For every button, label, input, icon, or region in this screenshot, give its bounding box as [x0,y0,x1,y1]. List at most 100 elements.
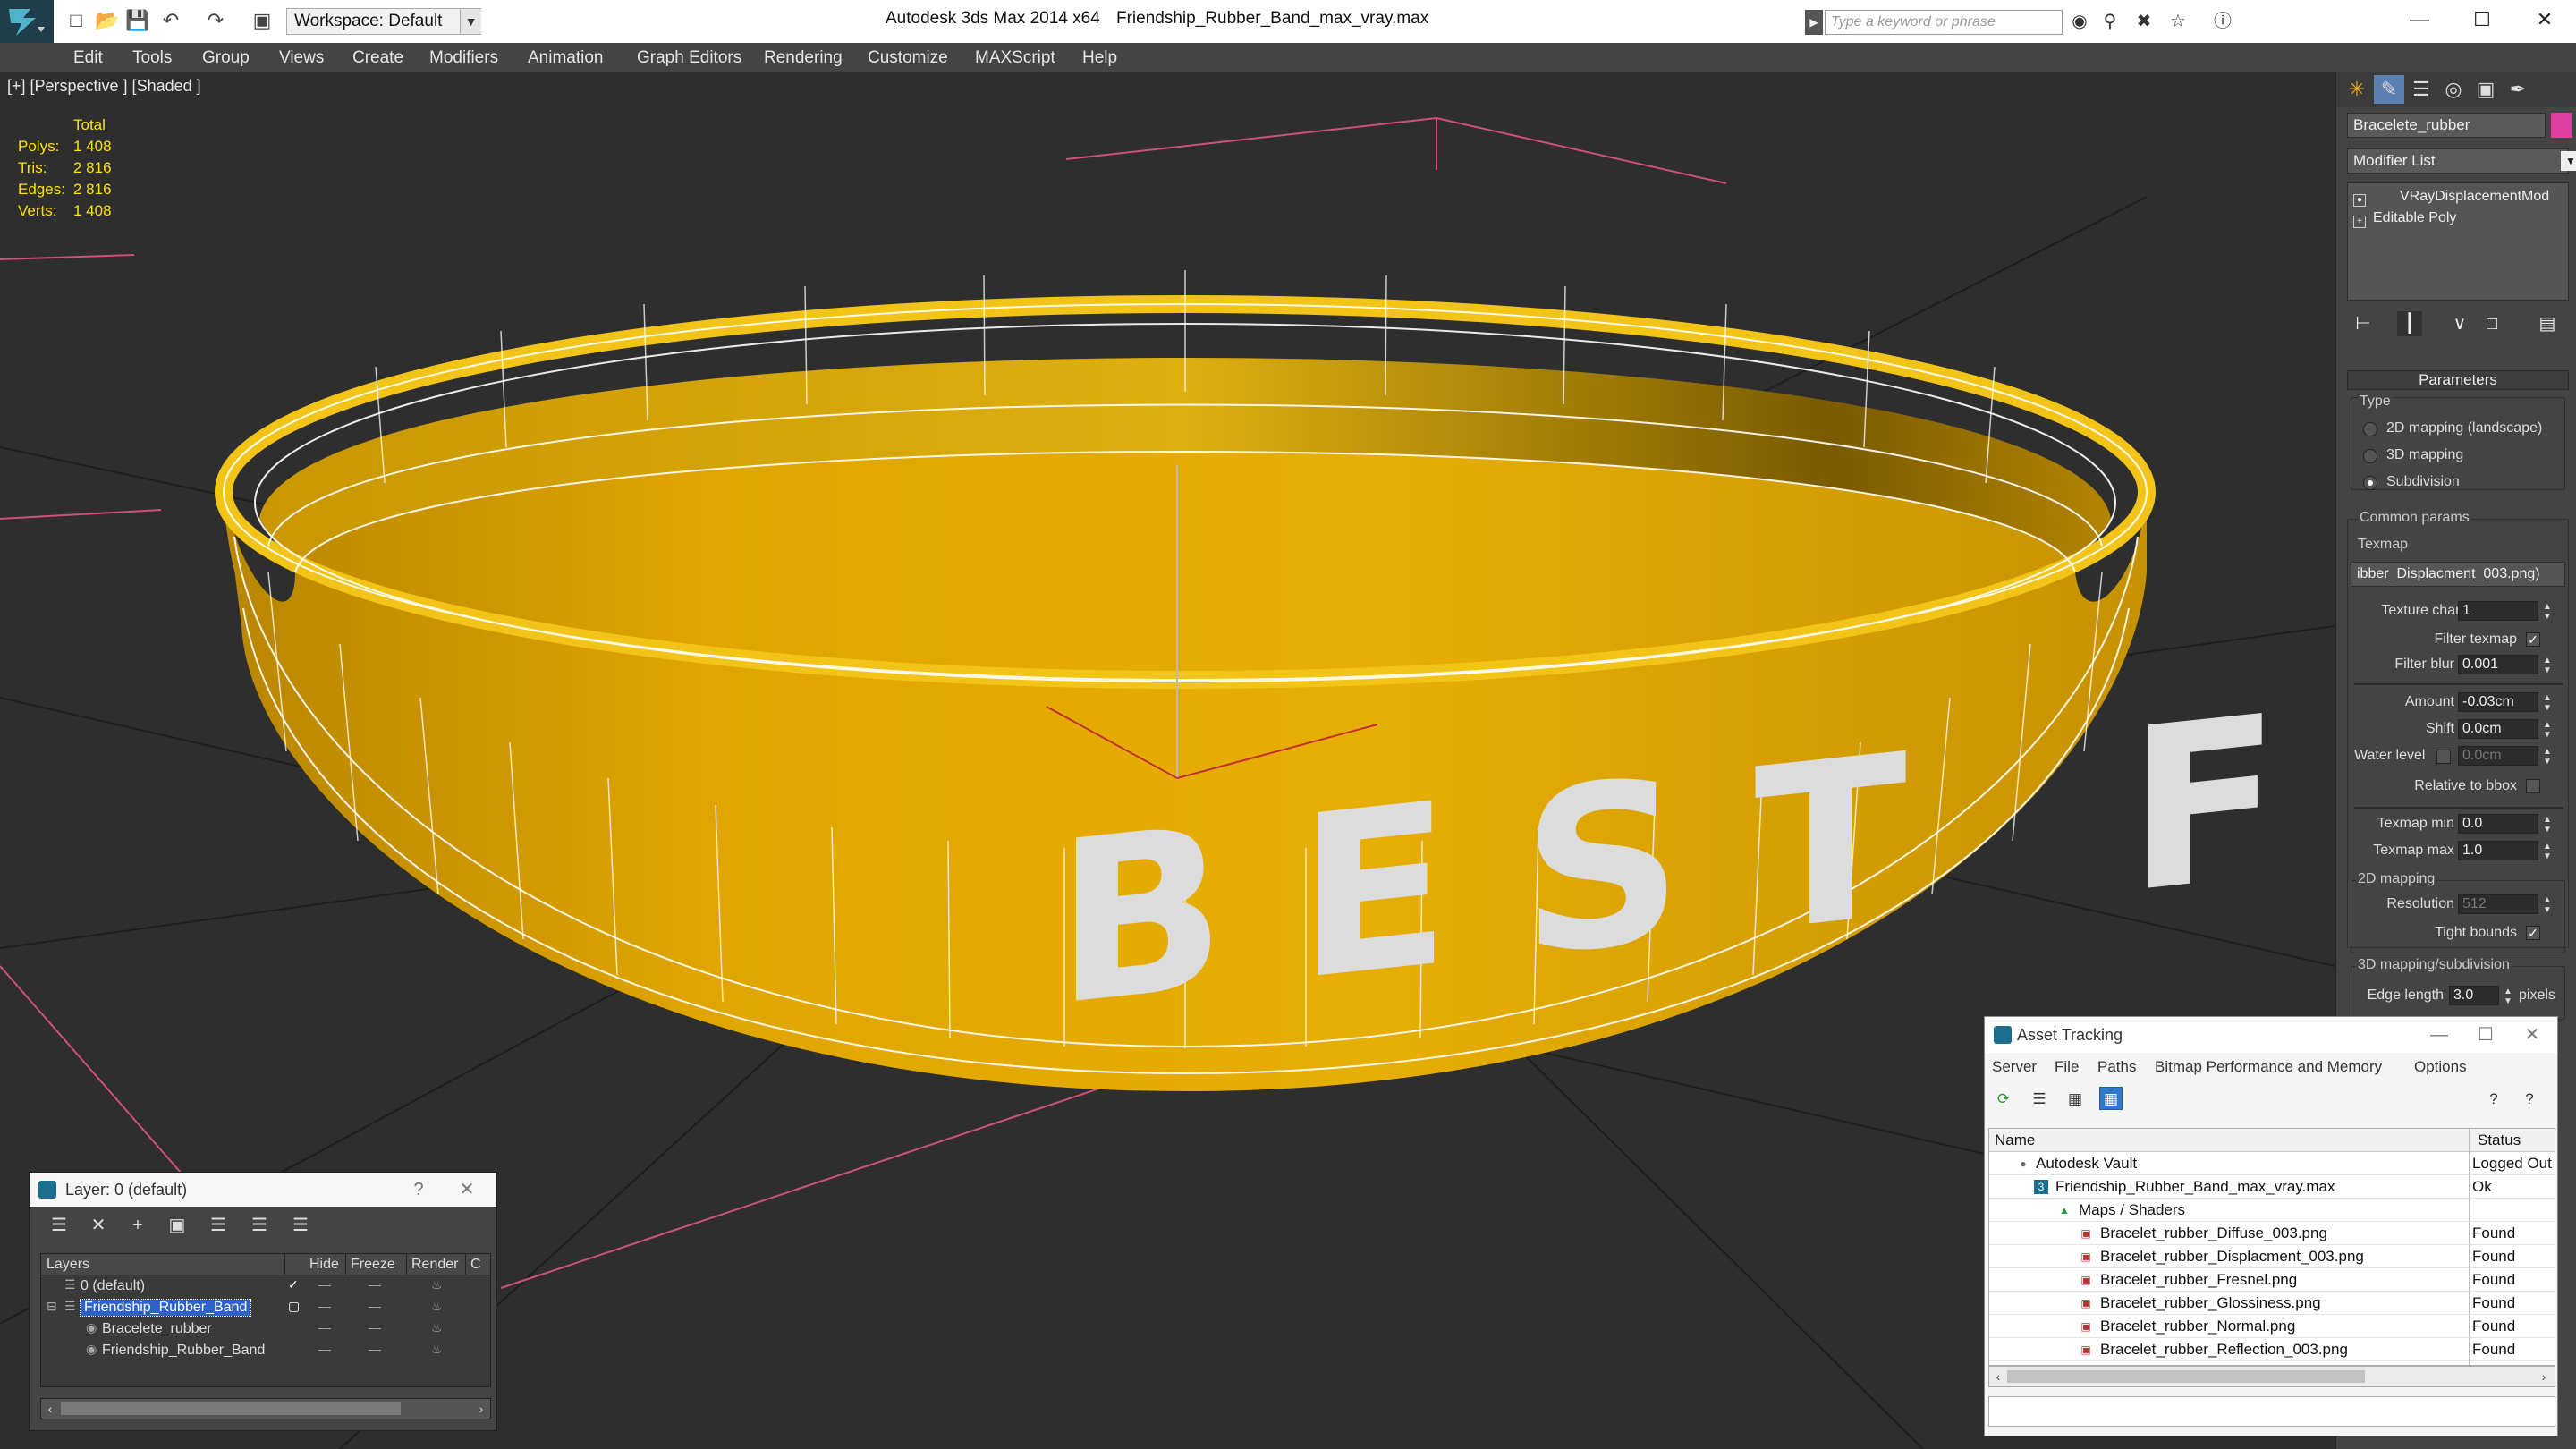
layer-row[interactable]: ◉ Friendship_Rubber_Band — — ♨ [41,1340,490,1361]
viewport-label[interactable]: [+] [Perspective ] [Shaded ] [7,77,201,96]
refresh-icon[interactable]: ⟳ [1992,1087,2015,1110]
radio-subdivision[interactable]: Subdivision [2363,474,2460,490]
menu-rendering[interactable]: Rendering [764,48,843,68]
undo-icon[interactable]: ↶ [159,9,182,32]
freeze-toggle[interactable]: — [369,1277,381,1292]
display-tab-icon[interactable]: ▣ [2470,75,2501,104]
texmap-max-spinner[interactable]: 1.0 ▲ ▼ [2458,841,2552,861]
help-icon[interactable]: ? [2518,1087,2541,1110]
binoculars-icon[interactable]: ◉ [2068,10,2091,33]
help-icon[interactable]: ? [403,1177,434,1202]
select-objects-icon[interactable]: ▣ [165,1214,189,1237]
menu-maxscript[interactable]: MAXScript [975,48,1055,68]
column-c[interactable]: C [470,1257,481,1273]
menu-create[interactable]: Create [352,48,403,68]
configure-sets-icon[interactable]: ▤ [2535,311,2560,336]
amount-spinner[interactable]: -0.03cm ▲ ▼ [2458,692,2552,713]
spinner-arrows-icon[interactable]: ▲ ▼ [2541,602,2554,622]
table-row[interactable]: ▲ Maps / Shaders [1989,1199,2555,1222]
relative-bbox-checkbox[interactable] [2526,779,2540,793]
table-row[interactable]: ▣ Bracelet_rubber_Glossiness.png Found [1989,1292,2555,1315]
render-teapot-icon[interactable]: ♨ [431,1277,443,1292]
show-end-result-icon[interactable]: ┃ [2397,311,2422,336]
menu-modifiers[interactable]: Modifiers [429,48,498,68]
freeze-toggle[interactable]: — [369,1299,381,1313]
layer-row[interactable]: ⊟ ☰ Friendship_Rubber_Band ▢ — — ♨ [41,1297,490,1318]
shift-spinner[interactable]: 0.0cm ▲ ▼ [2458,719,2552,740]
star-icon[interactable]: ☆ [2166,10,2190,33]
table-row[interactable]: ▣ Bracelet_rubber_Displacment_003.png Fo… [1989,1245,2555,1268]
add-to-layer-icon[interactable]: + [126,1214,149,1237]
spinner-arrows-icon[interactable]: ▲ ▼ [2541,815,2554,835]
collapse-icon[interactable]: ⊟ [47,1299,57,1314]
set-current-layer-icon[interactable]: ☰ [248,1214,271,1237]
close-icon[interactable]: ✕ [2513,0,2576,39]
hide-toggle[interactable]: — [318,1320,331,1335]
menu-edit[interactable]: Edit [73,48,103,68]
maximize-icon[interactable]: ☐ [2451,0,2513,39]
column-hide[interactable]: Hide [309,1257,339,1273]
set-current-box-icon[interactable]: ▢ [288,1299,300,1314]
list-view-icon[interactable]: ☰ [2028,1087,2051,1110]
scroll-left-icon[interactable]: ‹ [43,1401,57,1417]
table-row[interactable]: 3 Friendship_Rubber_Band_max_vray.max Ok [1989,1175,2555,1199]
new-file-icon[interactable]: □ [64,9,88,32]
scroll-right-icon[interactable]: › [474,1401,488,1417]
filter-texmap-checkbox[interactable]: ✓ [2526,632,2540,647]
new-layer-icon[interactable]: ☰ [47,1214,71,1237]
spinner-arrows-icon[interactable]: ▲ ▼ [2541,656,2554,675]
expand-plus-icon[interactable]: + [2353,216,2366,228]
resolution-spinner[interactable]: 512 ▲ ▼ [2458,894,2552,915]
create-tab-icon[interactable]: ✳ [2342,75,2372,104]
menu-tools[interactable]: Tools [132,48,172,68]
column-name[interactable]: Name [1995,1131,2035,1149]
stack-item-editable-poly[interactable]: + Editable Poly [2353,208,2456,228]
menu-views[interactable]: Views [279,48,324,68]
column-layers[interactable]: Layers [47,1257,89,1273]
thumbnail-view-icon[interactable]: ▦ [2063,1087,2087,1110]
radio-2d-mapping[interactable]: 2D mapping (landscape) [2363,420,2542,436]
table-view-icon[interactable]: ▦ [2099,1087,2123,1110]
horizontal-scrollbar[interactable]: ‹ › [40,1398,491,1419]
minimize-icon[interactable]: — [2388,0,2451,39]
search-expand-icon[interactable]: ▶ [1805,10,1823,35]
select-layer-icon[interactable]: ☰ [207,1214,230,1237]
object-color-swatch[interactable] [2551,113,2572,138]
menu-animation[interactable]: Animation [528,48,604,68]
key-icon[interactable]: ⚲ [2098,10,2122,33]
spinner-arrows-icon[interactable]: ▲ ▼ [2502,987,2514,1006]
table-row[interactable]: ▣ Bracelet_rubber_Normal.png Found [1989,1315,2555,1338]
make-unique-icon[interactable]: ∨ [2447,311,2472,336]
filter-blur-spinner[interactable]: 0.001 ▲ ▼ [2458,655,2552,675]
table-row[interactable]: ● Autodesk Vault Logged Out [1989,1152,2555,1175]
texmap-min-spinner[interactable]: 0.0 ▲ ▼ [2458,814,2552,835]
render-teapot-icon[interactable]: ♨ [431,1299,443,1314]
spinner-arrows-icon[interactable]: ▲ ▼ [2541,693,2554,713]
hide-unhide-all-icon[interactable]: ☰ [289,1214,312,1237]
texture-chan-spinner[interactable]: 1 ▲ ▼ [2458,601,2552,622]
asset-menu-paths[interactable]: Paths [2097,1058,2136,1076]
freeze-toggle[interactable]: — [369,1342,381,1356]
hide-toggle[interactable]: — [318,1277,331,1292]
object-name-field[interactable]: Bracelete_rubber [2347,113,2546,138]
close-icon[interactable]: ✕ [2514,1022,2550,1047]
minimize-icon[interactable]: — [2421,1022,2457,1047]
table-row[interactable]: ▣ Bracelet_rubber_Fresnel.png Found [1989,1268,2555,1292]
workspace-dropdown[interactable]: Workspace: Default [286,8,481,35]
lightbulb-icon[interactable]: ● [2353,194,2366,207]
maximize-icon[interactable]: ☐ [2468,1022,2504,1047]
scrollbar-thumb[interactable] [2007,1370,2365,1383]
scrollbar-thumb[interactable] [61,1402,401,1415]
close-icon[interactable]: ✕ [452,1177,482,1202]
spinner-arrows-icon[interactable]: ▲ ▼ [2541,747,2554,767]
horizontal-scrollbar[interactable]: ‹ › [1988,1366,2555,1387]
menu-group[interactable]: Group [202,48,250,68]
hide-toggle[interactable]: — [318,1299,331,1313]
parameters-rollout-header[interactable]: Parameters [2347,370,2569,390]
asset-menu-file[interactable]: File [2055,1058,2079,1076]
column-status[interactable]: Status [2478,1131,2521,1149]
spinner-arrows-icon[interactable]: ▲ ▼ [2541,842,2554,861]
utilities-tab-icon[interactable]: ✒ [2503,75,2533,104]
asset-tracking-titlebar[interactable]: Asset Tracking — ☐ ✕ [1985,1017,2557,1053]
menu-customize[interactable]: Customize [868,48,948,68]
